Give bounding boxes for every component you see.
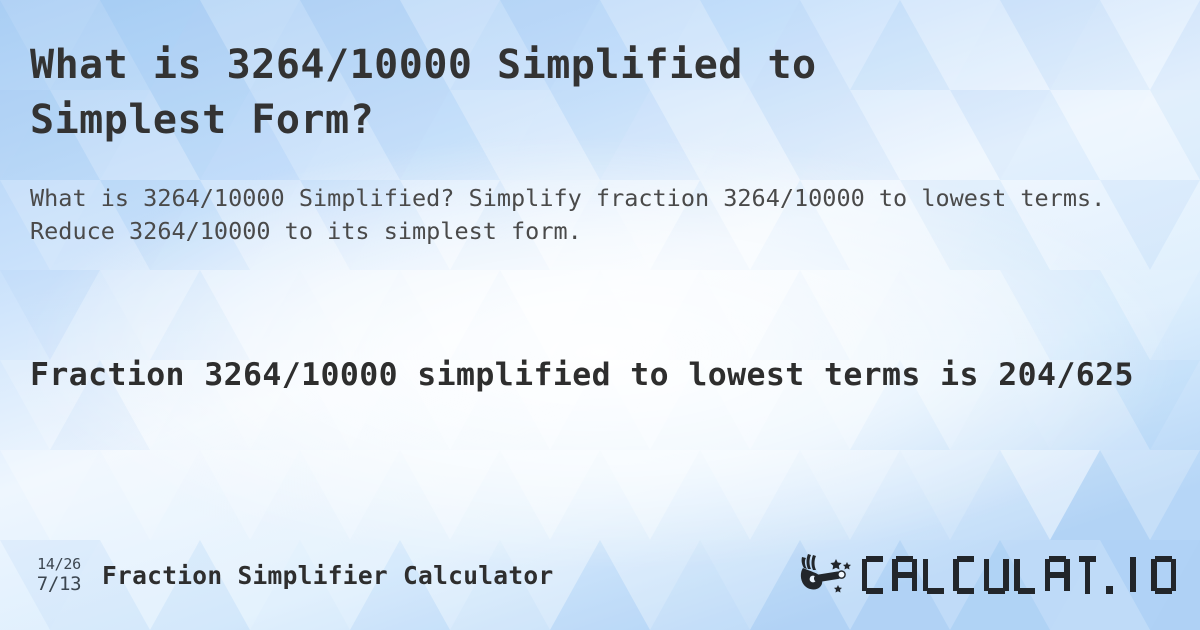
share-card: What is 3264/10000 Simplified to Simples… [0,0,1200,630]
page-title: What is 3264/10000 Simplified to Simples… [30,38,1140,148]
brand-letter-a [892,556,917,594]
brand-letter-o [1151,556,1176,594]
tool-name: Fraction Simplifier Calculator [102,560,554,590]
brand-wordmark [861,556,1176,594]
page-title-line2: Simplest Form? [30,97,375,143]
brand-letter-i [1121,556,1146,594]
card-content: What is 3264/10000 Simplified to Simples… [0,0,1200,630]
fraction-icon-top: 14/26 [37,554,81,573]
page-description: What is 3264/10000 Simplified? Simplify … [30,184,1106,245]
result-text: Fraction 3264/10000 simplified to lowest… [30,353,1165,397]
brand-letter-l2 [1014,556,1039,594]
brand-letter-c [861,556,887,594]
footer: 14/26 7/13 Fraction Simplifier Calculato… [30,548,1176,602]
footer-left: 14/26 7/13 Fraction Simplifier Calculato… [30,554,554,595]
brand-letter-dot [1105,556,1115,594]
result-line2: is 204/625 [940,357,1134,393]
brand-letter-l [922,556,948,594]
result-line1: Fraction 3264/10000 simplified to lowest… [30,357,921,393]
brand-letter-a2 [1044,556,1070,594]
fraction-reduce-icon: 14/26 7/13 [30,554,88,595]
brand-letter-u [983,556,1009,594]
magic-wand-hand-icon [800,554,851,593]
page-title-line1: What is 3264/10000 Simplified to [30,42,817,88]
brand-letter-t [1075,556,1100,594]
brand-logo[interactable] [796,552,1176,598]
brand-letter-c2 [953,556,978,594]
fraction-icon-bottom: 7/13 [36,572,82,595]
